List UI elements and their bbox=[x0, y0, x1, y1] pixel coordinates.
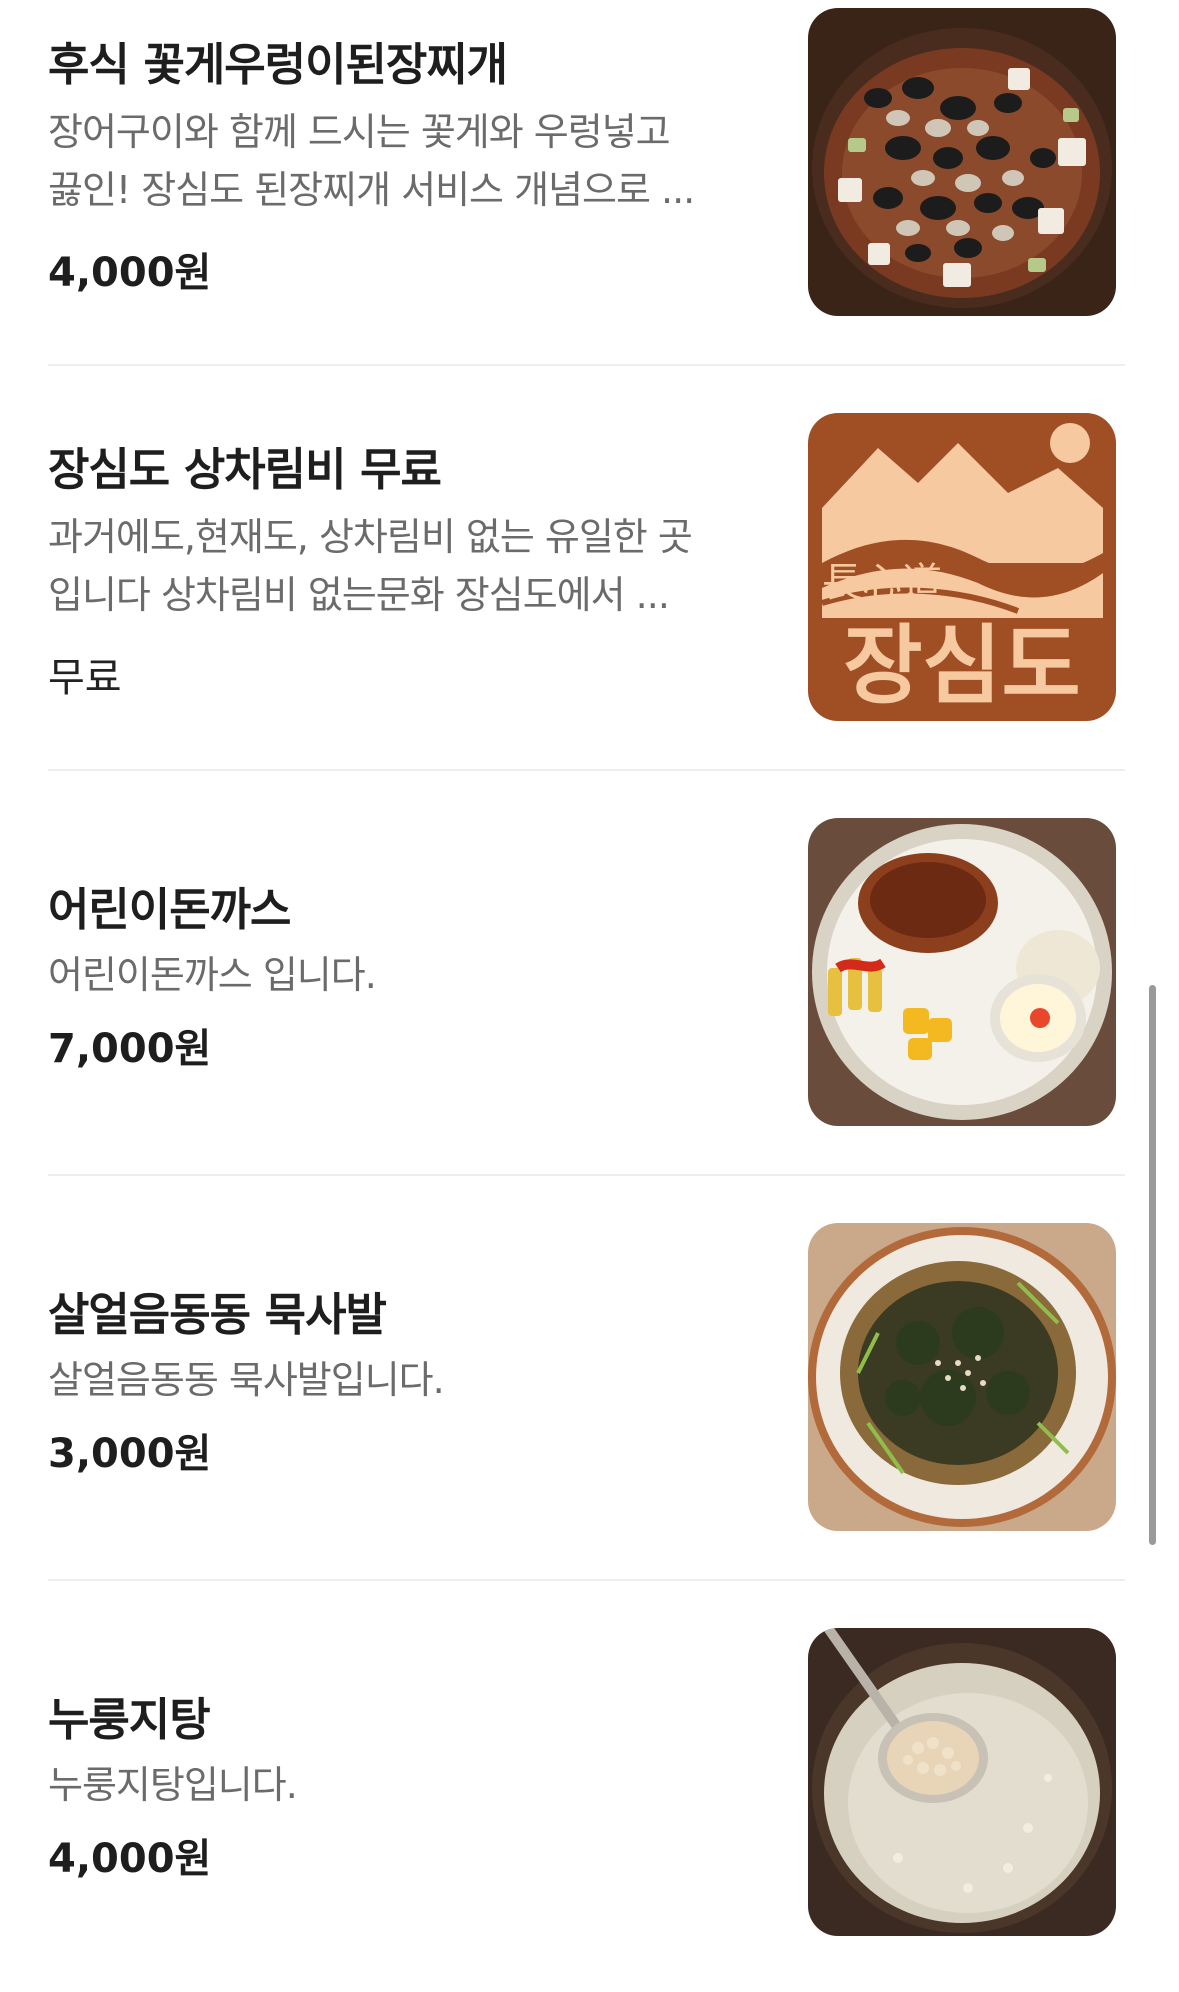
menu-item-photo bbox=[808, 1223, 1116, 1531]
description-line: 장어구이와 함께 드시는 꽃게와 우렁넣고 bbox=[48, 110, 671, 154]
description-line: 어린이돈까스 입니다. bbox=[48, 953, 377, 997]
menu-item-price: 4,000원 bbox=[48, 250, 212, 296]
scrollbar[interactable] bbox=[1149, 985, 1156, 1545]
menu-item-name: 후식 꽃게우렁이된장찌개 bbox=[48, 38, 508, 91]
menu-item-description: 어린이돈까스 입니다. bbox=[48, 946, 768, 1004]
menu-item-muksabal[interactable]: 살얼음동동 묵사발 살얼음동동 묵사발입니다. 3,000원 bbox=[48, 1215, 1125, 1620]
menu-item-name: 누룽지탕 bbox=[48, 1693, 211, 1746]
description-line: 살얼음동동 묵사발입니다. bbox=[48, 1358, 445, 1402]
menu-item-photo bbox=[808, 1628, 1116, 1936]
menu-item-description: 누룽지탕입니다. bbox=[48, 1756, 768, 1814]
jangsimdo-logo: 長心道 장심도 bbox=[808, 413, 1116, 721]
menu-item-kids-cutlet[interactable]: 어린이돈까스 어린이돈까스 입니다. 7,000원 bbox=[48, 810, 1125, 1215]
logo-text: 장심도 bbox=[843, 616, 1080, 716]
menu-item-doenjang-stew[interactable]: 후식 꽃게우렁이된장찌개 장어구이와 함께 드시는 꽃게와 우렁넣고 끓인! 장… bbox=[48, 0, 1125, 405]
divider bbox=[48, 364, 1125, 366]
menu-item-name: 어린이돈까스 bbox=[48, 883, 291, 936]
menu-item-price: 무료 bbox=[48, 655, 122, 701]
description-line: 누룽지탕입니다. bbox=[48, 1763, 298, 1807]
menu-item-info: 살얼음동동 묵사발 살얼음동동 묵사발입니다. 3,000원 bbox=[48, 1215, 768, 1620]
menu-item-description: 과거에도,현재도, 상차림비 없는 유일한 곳 입니다 상차림비 없는문화 장심… bbox=[48, 508, 768, 624]
menu-item-photo bbox=[808, 818, 1116, 1126]
doenjang-stew-photo bbox=[808, 8, 1116, 316]
menu-item-photo bbox=[808, 8, 1116, 316]
menu-item-description: 장어구이와 함께 드시는 꽃게와 우렁넣고 끓인! 장심도 된장찌개 서비스 개… bbox=[48, 103, 768, 219]
menu-item-nurungji[interactable]: 누룽지탕 누룽지탕입니다. 4,000원 bbox=[48, 1620, 1125, 1992]
menu-item-name: 장심도 상차림비 무료 bbox=[48, 443, 442, 496]
description-line: 입니다 상차림비 없는문화 장심도에서 ... bbox=[48, 573, 670, 617]
menu-item-table-setting[interactable]: 장심도 상차림비 무료 과거에도,현재도, 상차림비 없는 유일한 곳 입니다 … bbox=[48, 405, 1125, 810]
menu-item-info: 어린이돈까스 어린이돈까스 입니다. 7,000원 bbox=[48, 810, 768, 1215]
muksabal-photo bbox=[808, 1223, 1116, 1531]
divider bbox=[48, 1579, 1125, 1581]
menu-item-description: 살얼음동동 묵사발입니다. bbox=[48, 1351, 768, 1409]
logo-hanja: 長心道 bbox=[822, 560, 942, 606]
kids-pork-cutlet-photo bbox=[808, 818, 1116, 1126]
nurungji-soup-photo bbox=[808, 1628, 1116, 1936]
menu-item-info: 후식 꽃게우렁이된장찌개 장어구이와 함께 드시는 꽃게와 우렁넣고 끓인! 장… bbox=[48, 0, 768, 405]
menu-item-name: 살얼음동동 묵사발 bbox=[48, 1288, 387, 1341]
menu-item-price: 3,000원 bbox=[48, 1431, 212, 1477]
menu-item-info: 누룽지탕 누룽지탕입니다. 4,000원 bbox=[48, 1620, 768, 1992]
menu-item-photo: 長心道 장심도 bbox=[808, 413, 1116, 721]
description-line: 끓인! 장심도 된장찌개 서비스 개념으로 ... bbox=[48, 168, 695, 212]
description-line: 과거에도,현재도, 상차림비 없는 유일한 곳 bbox=[48, 515, 693, 559]
menu-item-price: 4,000원 bbox=[48, 1836, 212, 1882]
menu-item-price: 7,000원 bbox=[48, 1026, 212, 1072]
menu-list: 후식 꽃게우렁이된장찌개 장어구이와 함께 드시는 꽃게와 우렁넣고 끓인! 장… bbox=[0, 0, 1179, 1992]
menu-item-info: 장심도 상차림비 무료 과거에도,현재도, 상차림비 없는 유일한 곳 입니다 … bbox=[48, 405, 768, 810]
divider bbox=[48, 1174, 1125, 1176]
divider bbox=[48, 769, 1125, 771]
